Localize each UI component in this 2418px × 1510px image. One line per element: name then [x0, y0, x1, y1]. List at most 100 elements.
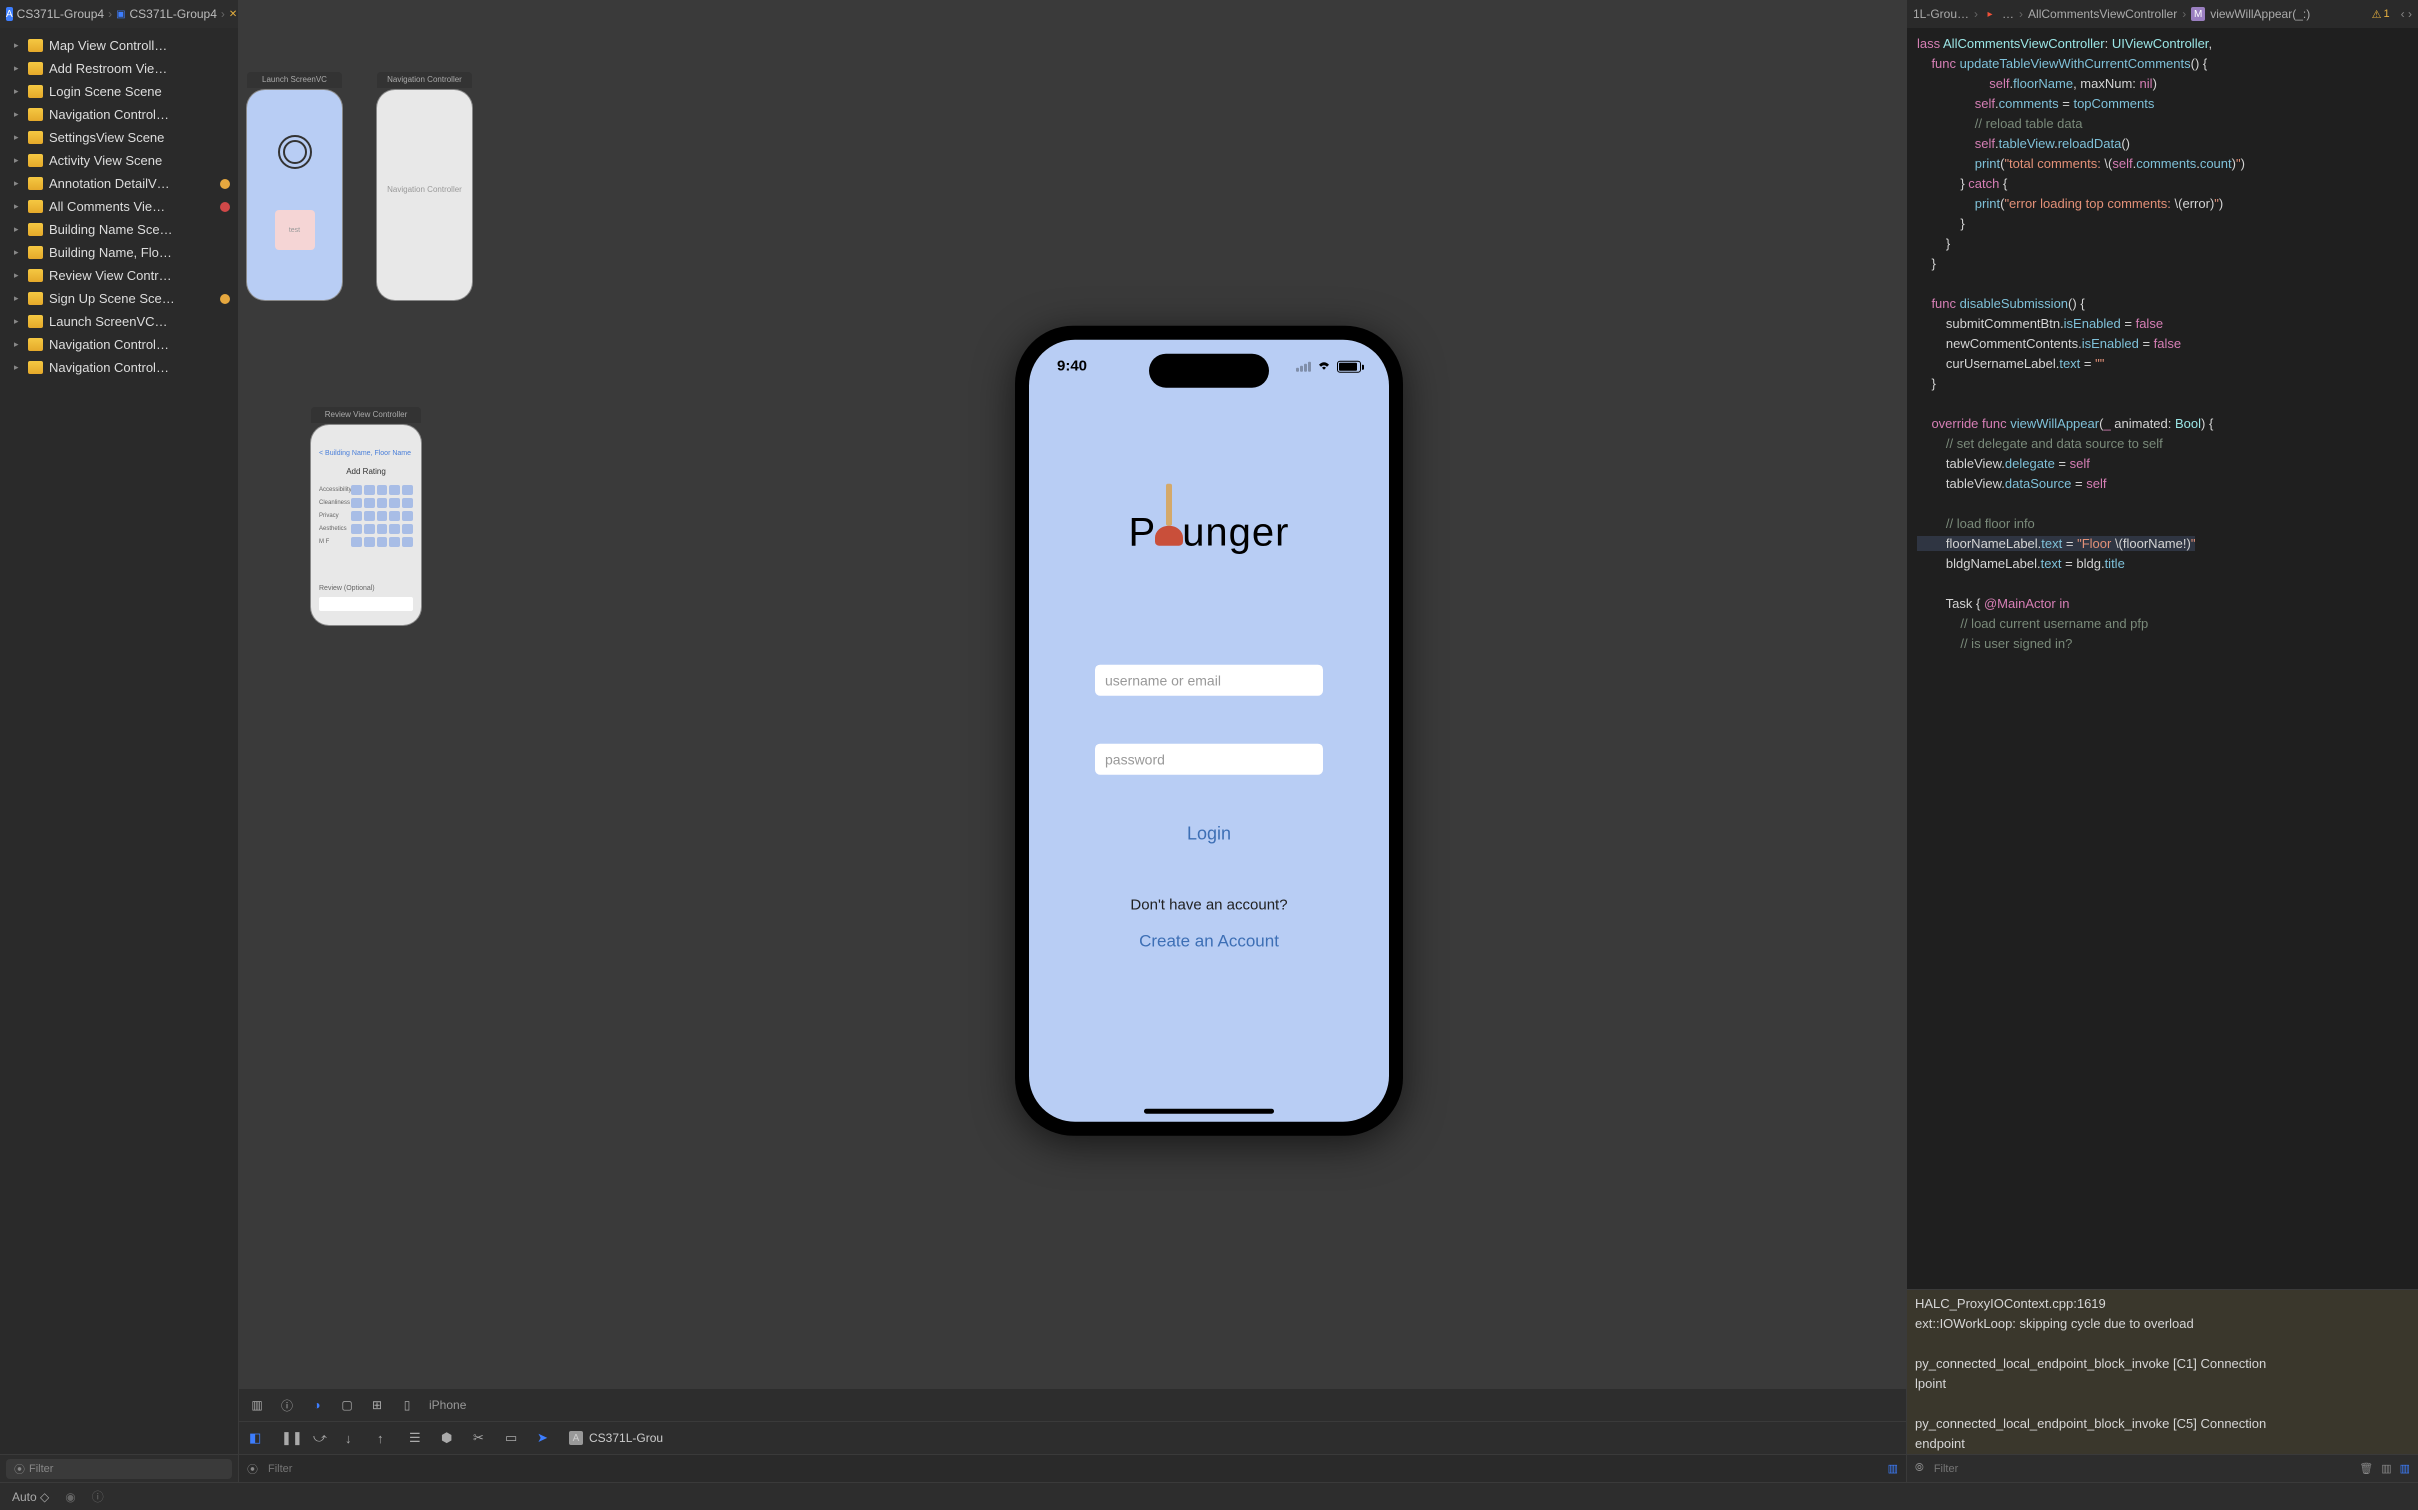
source-code[interactable]: lass AllCommentsViewController: UIViewCo…: [1907, 28, 2418, 1289]
crumb[interactable]: CS371L-Group4: [130, 7, 217, 21]
storyboard-icon: ✕: [229, 7, 237, 21]
step-over-icon[interactable]: ⤻: [313, 1430, 329, 1446]
tree-item[interactable]: ▸Review View Contr…: [0, 264, 238, 287]
navigator-breadcrumb[interactable]: A CS371L-Group4 › ▣ CS371L-Group4 › ✕ Ma…: [0, 0, 238, 28]
chevron-right-icon: ▸: [14, 316, 19, 327]
debug-target[interactable]: A CS371L-Grou: [569, 1431, 663, 1445]
scene-icon: [28, 338, 43, 351]
navigator-filter-row: ⦿ Filter: [0, 1454, 238, 1482]
navigator-filter-input[interactable]: ⦿ Filter: [6, 1459, 232, 1479]
panel-right-icon[interactable]: ▥: [2400, 1462, 2410, 1475]
crumb[interactable]: viewWillAppear(_:): [2210, 7, 2310, 21]
tree-item[interactable]: ▸Login Scene Scene: [0, 80, 238, 103]
panel-left-icon[interactable]: ▥: [2381, 1462, 2391, 1475]
home-indicator[interactable]: [1144, 1109, 1274, 1114]
layout-icon[interactable]: ⊞: [369, 1397, 385, 1413]
debug-view-icon[interactable]: ☰: [409, 1430, 425, 1446]
scene-icon: [28, 39, 43, 52]
rating-grid: Accessibility Cleanliness Privacy Aesthe…: [319, 485, 413, 550]
password-field[interactable]: password: [1095, 744, 1323, 775]
error-status-icon: [220, 202, 230, 212]
crumb[interactable]: …: [2002, 7, 2014, 21]
debug-console[interactable]: HALC_ProxyIOContext.cpp:1619 ext::IOWork…: [1907, 1289, 2418, 1454]
environment-icon[interactable]: ✂: [473, 1430, 489, 1446]
tree-item[interactable]: ▸Sign Up Scene Sce…: [0, 287, 238, 310]
bottom-filter-input[interactable]: [268, 1463, 1878, 1475]
chevron-right-icon: ›: [221, 7, 225, 21]
create-account-button[interactable]: Create an Account: [1029, 932, 1389, 952]
scene-icon: [28, 223, 43, 236]
step-out-icon[interactable]: ↑: [377, 1431, 393, 1446]
info-icon[interactable]: ⓘ: [92, 1488, 104, 1505]
document-outline-toggle-icon[interactable]: ▥: [249, 1397, 265, 1413]
chevron-right-icon: ▸: [14, 247, 19, 258]
simulate-icon[interactable]: ▭: [505, 1430, 521, 1446]
chevron-right-icon: ›: [1974, 7, 1978, 21]
battery-icon: [1337, 360, 1361, 372]
tree-item[interactable]: ▸SettingsView Scene: [0, 126, 238, 149]
tree-item[interactable]: ▸Navigation Control…: [0, 103, 238, 126]
trash-icon[interactable]: 🗑: [2359, 1462, 2373, 1475]
device-icon[interactable]: ▯: [399, 1397, 415, 1413]
chevron-right-icon: ▸: [14, 270, 19, 281]
chevron-right-icon: ›: [2019, 7, 2023, 21]
tree-item[interactable]: ▸Navigation Control…: [0, 356, 238, 379]
tree-item[interactable]: ▸Building Name, Flo…: [0, 241, 238, 264]
chevron-right-icon: ▸: [14, 339, 19, 350]
no-account-label: Don't have an account?: [1029, 897, 1389, 914]
appearance-icon[interactable]: ◑: [309, 1397, 325, 1413]
nav-carets[interactable]: ‹ ›: [2401, 7, 2412, 21]
swift-icon: ▸: [1983, 7, 1997, 21]
canvas-scene-launch[interactable]: Launch ScreenVC test: [247, 90, 342, 300]
quick-look-icon[interactable]: ◉: [65, 1490, 75, 1504]
username-field[interactable]: username or email: [1095, 665, 1323, 696]
crumb[interactable]: CS371L-Group4: [17, 7, 104, 21]
chevron-right-icon: ›: [2182, 7, 2186, 21]
scene-title: Launch ScreenVC: [247, 72, 342, 88]
accessibility-icon[interactable]: ⓘ: [279, 1397, 295, 1413]
orientation-icon[interactable]: ▢: [339, 1397, 355, 1413]
canvas-scene-review[interactable]: Review View Controller < Building Name, …: [311, 425, 421, 625]
tree-item[interactable]: ▸Map View Controll…: [0, 34, 238, 57]
ios-simulator[interactable]: 9:40 P unger username or email password …: [1015, 326, 1403, 1136]
console-filter-bar: ⦾ 🗑 ▥ ▥: [1907, 1454, 2418, 1482]
scene-icon: [28, 177, 43, 190]
pause-icon[interactable]: ❚❚: [281, 1430, 297, 1446]
scene-tree[interactable]: ▸Map View Controll… ▸Add Restroom Vie… ▸…: [0, 28, 238, 1454]
memory-graph-icon[interactable]: ⬢: [441, 1430, 457, 1446]
filter-icon[interactable]: ⦿: [247, 1461, 258, 1477]
tree-item[interactable]: ▸Activity View Scene: [0, 149, 238, 172]
simulator-screen: 9:40 P unger username or email password …: [1029, 340, 1389, 1122]
crumb[interactable]: AllCommentsViewController: [2028, 7, 2177, 21]
filter-scope-icon[interactable]: ⦾: [1915, 1462, 1924, 1475]
chevron-right-icon: ▸: [14, 201, 19, 212]
scene-title: Review View Controller: [311, 407, 421, 423]
auto-variables-button[interactable]: Auto ◇: [12, 1490, 49, 1504]
editor-breadcrumb[interactable]: 1L-Grou… › ▸ … › AllCommentsViewControll…: [1907, 0, 2418, 28]
tree-item[interactable]: ▸Add Restroom Vie…: [0, 57, 238, 80]
bottom-left-filter-bar: ⦿ ▥: [239, 1454, 1906, 1482]
crumb[interactable]: 1L-Grou…: [1913, 7, 1969, 21]
scene-title: Navigation Controller: [377, 72, 472, 88]
console-filter-input[interactable]: [1934, 1463, 2349, 1475]
spiral-image: [278, 135, 312, 169]
tree-item[interactable]: ▸Building Name Sce…: [0, 218, 238, 241]
warning-badge[interactable]: ⚠ 1: [2372, 8, 2390, 21]
tree-item[interactable]: ▸Annotation DetailV…: [0, 172, 238, 195]
canvas-scene-nav[interactable]: Navigation Controller Navigation Control…: [377, 90, 472, 300]
test-label: test: [275, 210, 315, 250]
tree-item[interactable]: ▸Launch ScreenVC…: [0, 310, 238, 333]
panel-toggle-icon[interactable]: ▥: [1888, 1462, 1898, 1475]
tree-item[interactable]: ▸Navigation Control…: [0, 333, 238, 356]
step-into-icon[interactable]: ↓: [345, 1431, 361, 1446]
scene-icon: [28, 292, 43, 305]
tree-item[interactable]: ▸All Comments Vie…: [0, 195, 238, 218]
scene-icon: [28, 315, 43, 328]
login-button[interactable]: Login: [1029, 824, 1389, 845]
device-label[interactable]: iPhone: [429, 1398, 466, 1412]
location-icon[interactable]: ➤: [537, 1430, 553, 1446]
app-icon: A: [569, 1431, 583, 1445]
breakpoint-icon[interactable]: ◧: [249, 1430, 265, 1446]
filter-icon: ⦿: [14, 1461, 25, 1477]
method-icon: M: [2191, 7, 2205, 21]
